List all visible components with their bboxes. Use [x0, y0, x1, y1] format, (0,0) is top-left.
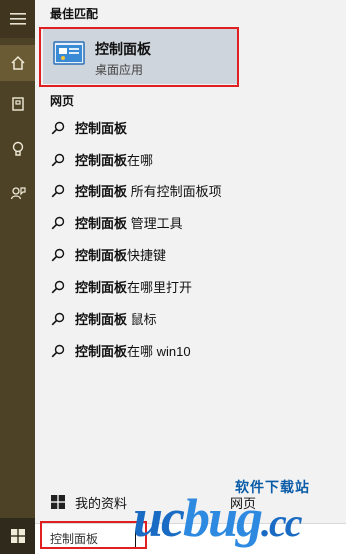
- web-result-item[interactable]: 控制面板 所有控制面板项: [35, 175, 346, 206]
- start-button[interactable]: [0, 518, 35, 554]
- search-icon: [51, 312, 65, 325]
- web-result-item[interactable]: 控制面板 管理工具: [35, 207, 346, 238]
- web-result-label: 控制面板在哪里打开: [75, 280, 193, 295]
- web-result-item[interactable]: 控制面板在哪 win10: [35, 335, 346, 366]
- web-result-label: 控制面板 所有控制面板项: [75, 184, 222, 199]
- web-result-label: 控制面板在哪 win10: [75, 344, 191, 359]
- web-search-label[interactable]: 网页: [230, 493, 256, 512]
- menu-button[interactable]: [0, 0, 35, 38]
- search-icon: [51, 153, 65, 166]
- rail-feedback-button[interactable]: [0, 175, 35, 211]
- lightbulb-icon: [12, 141, 23, 156]
- web-result-label: 控制面板快捷键: [75, 248, 167, 263]
- web-heading: 网页: [50, 94, 75, 108]
- my-stuff-button[interactable]: 我的资料 网页: [35, 488, 346, 516]
- web-result-item[interactable]: 控制面板在哪里打开: [35, 271, 346, 302]
- best-match-heading: 最佳匹配: [50, 7, 99, 21]
- notebook-icon: [11, 97, 24, 111]
- web-result-label: 控制面板在哪: [75, 153, 154, 168]
- web-result-item[interactable]: 控制面板快捷键: [35, 239, 346, 270]
- rail-tips-button[interactable]: [0, 131, 35, 167]
- best-match-item[interactable]: 控制面板 桌面应用: [43, 28, 237, 84]
- web-result-item[interactable]: 控制面板 鼠标: [35, 303, 346, 334]
- search-icon: [51, 248, 65, 261]
- windows-icon: [51, 495, 65, 509]
- web-result-label: 控制面板 鼠标: [75, 312, 157, 327]
- search-icon: [51, 344, 65, 357]
- hamburger-icon: [9, 13, 26, 25]
- rail-notebook-button[interactable]: [0, 86, 35, 122]
- start-left-rail: [0, 0, 35, 554]
- web-result-item[interactable]: 控制面板在哪: [35, 144, 346, 175]
- best-match-subtitle: 桌面应用: [95, 63, 144, 77]
- search-icon: [51, 280, 65, 293]
- web-result-label: 控制面板 管理工具: [75, 216, 183, 231]
- search-input[interactable]: 控制面板: [50, 530, 98, 547]
- home-icon: [10, 55, 25, 70]
- search-box[interactable]: 控制面板: [35, 523, 346, 555]
- search-icon: [51, 184, 65, 197]
- rail-home-button[interactable]: [0, 45, 35, 81]
- search-results-panel: 最佳匹配 控制面板 桌面应用 网页 控制面板 控制面板在哪 控制面板 所有控制面…: [35, 0, 346, 555]
- my-stuff-label: 我的资料: [75, 495, 128, 511]
- best-match-title: 控制面板: [95, 41, 151, 57]
- windows-icon: [10, 529, 25, 543]
- text-caret: [135, 531, 136, 547]
- search-icon: [51, 216, 65, 229]
- web-result-label: 控制面板: [75, 121, 128, 136]
- web-result-item[interactable]: 控制面板: [35, 112, 346, 143]
- feedback-icon: [10, 187, 26, 200]
- search-icon: [51, 121, 65, 134]
- control-panel-icon: [53, 41, 85, 65]
